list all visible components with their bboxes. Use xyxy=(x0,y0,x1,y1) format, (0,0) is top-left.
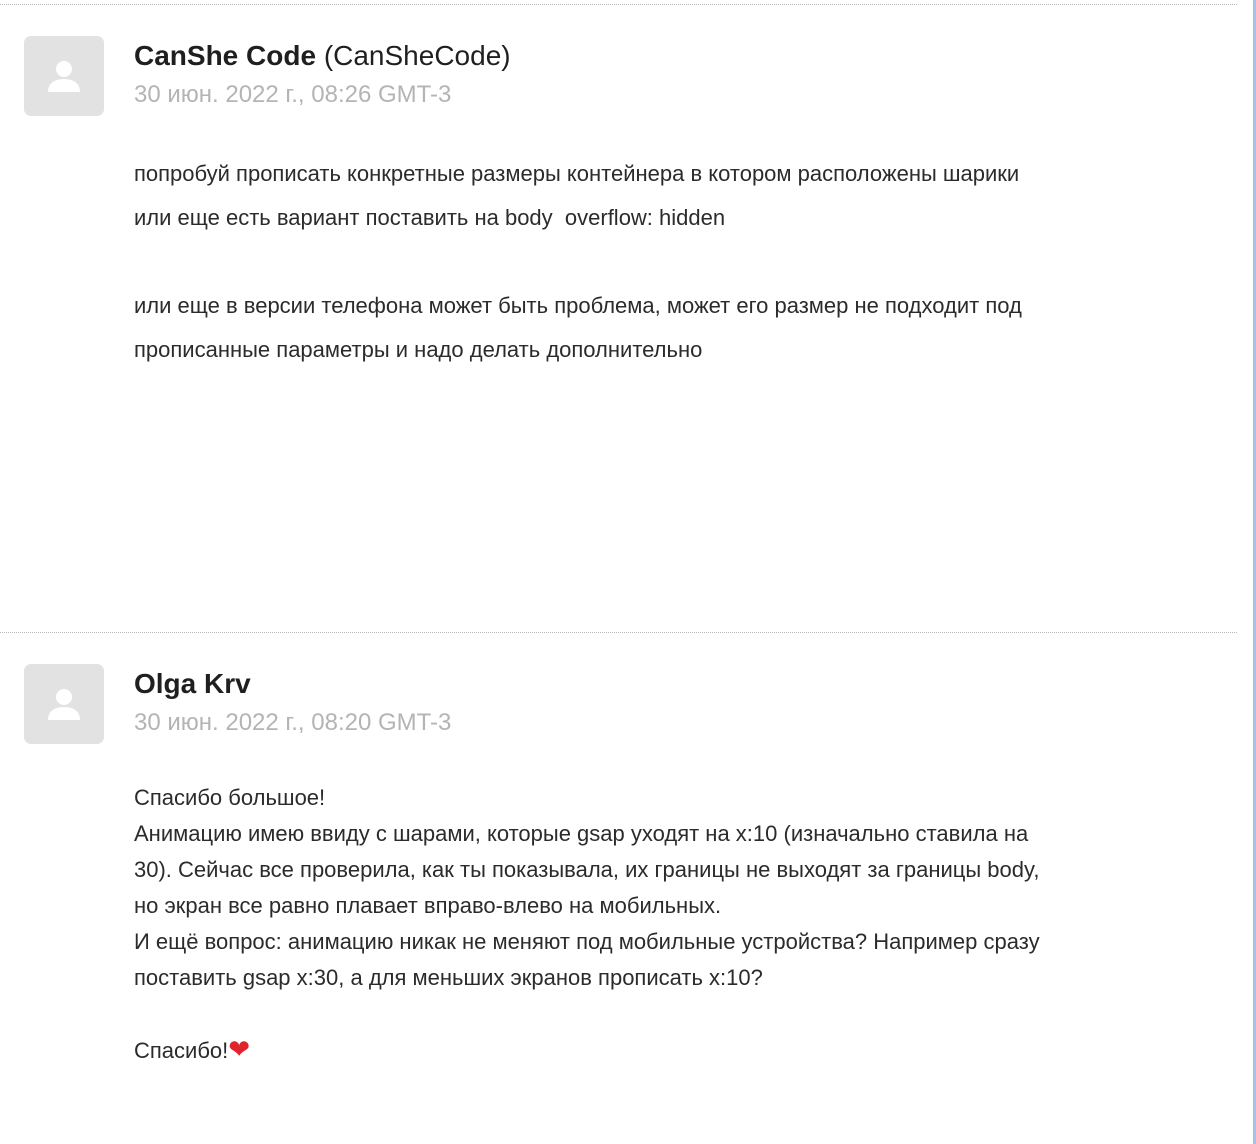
post-divider xyxy=(0,632,1237,633)
top-divider xyxy=(0,4,1237,5)
user-silhouette-icon xyxy=(48,689,80,720)
post-line: Спасибо большое! xyxy=(134,785,326,810)
post-header: CanShe Code (CanSheCode) 30 июн. 2022 г.… xyxy=(134,36,511,112)
closing-text: Спасибо! xyxy=(134,1038,229,1063)
post-line: но экран все равно плавает вправо-влево … xyxy=(134,893,722,918)
author-handle: (CanSheCode) xyxy=(323,40,511,71)
post-line: И ещё вопрос: анимацию никак не меняют п… xyxy=(134,929,1040,954)
post-timestamp[interactable]: 30 июн. 2022 г., 08:26 GMT-3 xyxy=(134,78,511,112)
heart-icon: ❤ xyxy=(228,1035,251,1065)
post-line: прописанные параметры и надо делать допо… xyxy=(134,337,703,362)
post-body: Спасибо большое! Анимацию имею ввиду с ш… xyxy=(134,780,1224,1069)
author-name[interactable]: Olga Krv xyxy=(134,668,251,699)
author-line: Olga Krv xyxy=(134,664,451,704)
post-line: Анимацию имею ввиду с шарами, которые gs… xyxy=(134,821,1029,846)
avatar[interactable] xyxy=(24,664,104,744)
post-timestamp[interactable]: 30 июн. 2022 г., 08:20 GMT-3 xyxy=(134,706,451,740)
post-closing: Спасибо!❤ xyxy=(134,1032,1224,1069)
post-body: попробуй прописать конкретные размеры ко… xyxy=(134,152,1224,372)
avatar[interactable] xyxy=(24,36,104,116)
user-silhouette-icon xyxy=(48,61,80,92)
author-name[interactable]: CanShe Code xyxy=(134,40,316,71)
post-header: Olga Krv 30 июн. 2022 г., 08:20 GMT-3 xyxy=(134,664,451,740)
post-line: или еще в версии телефона может быть про… xyxy=(134,293,1022,318)
post-line: попробуй прописать конкретные размеры ко… xyxy=(134,161,1020,186)
post-line: или еще есть вариант поставить на body o… xyxy=(134,205,726,230)
post-line: поставить gsap x:30, а для меньших экран… xyxy=(134,965,763,990)
author-line: CanShe Code (CanSheCode) xyxy=(134,36,511,76)
post-line: 30). Сейчас все проверила, как ты показы… xyxy=(134,857,1040,882)
